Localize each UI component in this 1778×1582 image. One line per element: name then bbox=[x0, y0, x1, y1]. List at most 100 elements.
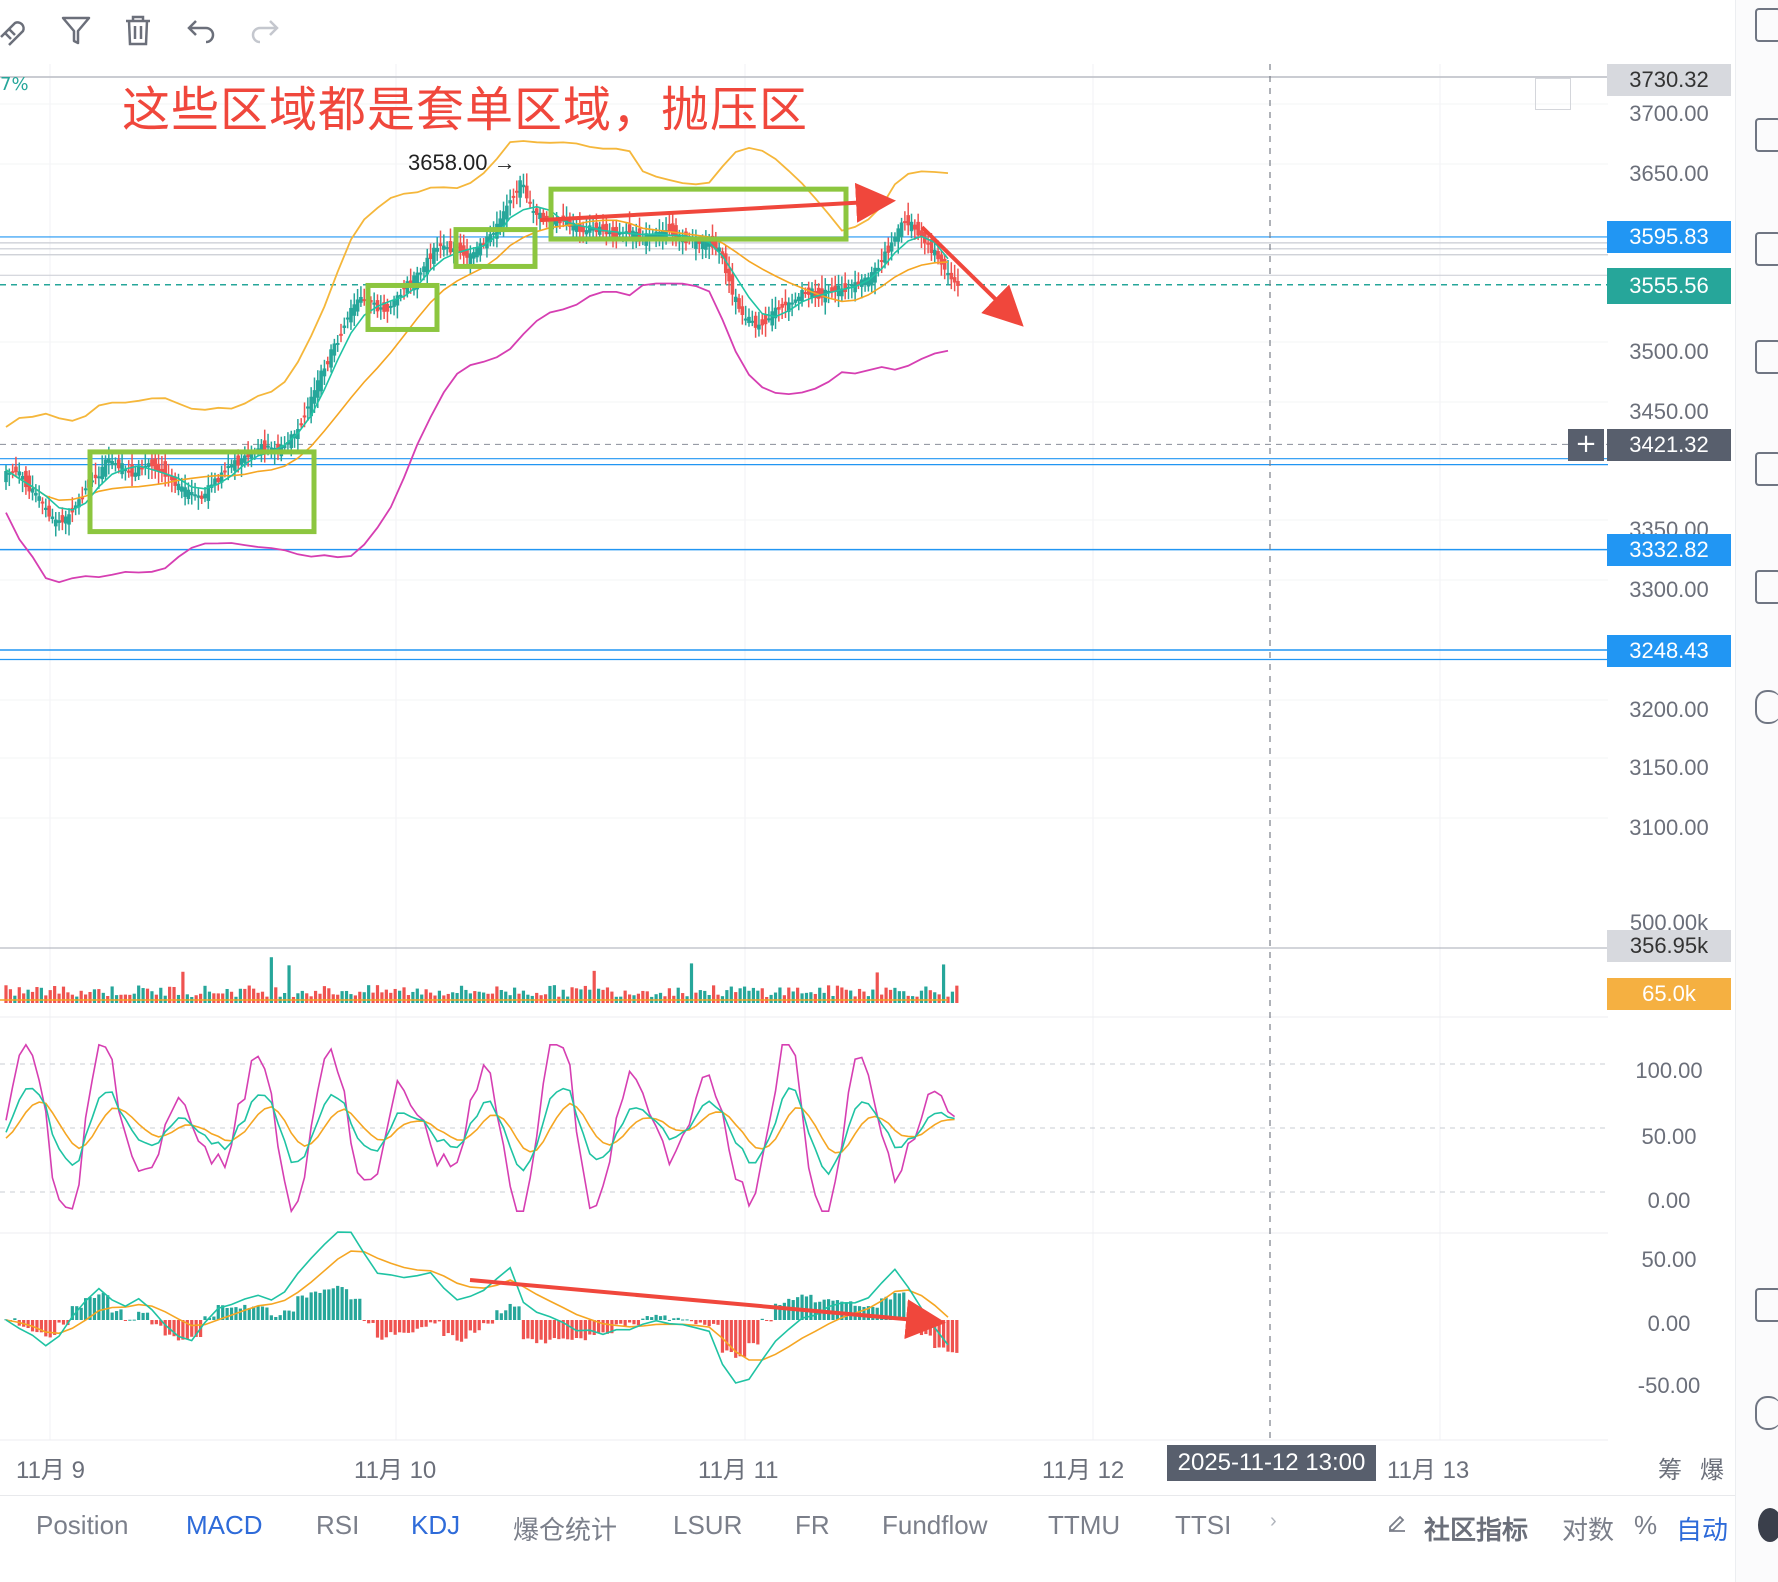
volume-bar bbox=[79, 990, 83, 1003]
candle-body bbox=[418, 272, 423, 275]
undo-icon[interactable] bbox=[181, 10, 221, 50]
chart-stage[interactable]: 7% 这些区域都是套单区域，抛压区 3658.00 → 3700.00 3650… bbox=[0, 0, 1778, 1582]
candle-body bbox=[176, 483, 181, 491]
candle-body bbox=[24, 470, 28, 488]
volume-bar bbox=[698, 990, 702, 1003]
candle-body bbox=[156, 463, 161, 472]
candle-body bbox=[737, 298, 741, 309]
tab-lsur[interactable]: LSUR bbox=[673, 1510, 742, 1541]
volume-bar bbox=[760, 988, 764, 1003]
candle-body bbox=[50, 516, 55, 520]
volume-bar bbox=[703, 990, 707, 1003]
volume-bar bbox=[88, 991, 92, 1003]
macd-histogram-bar bbox=[252, 1306, 256, 1320]
auto-scale-toggle[interactable]: 自动 bbox=[1676, 1510, 1728, 1547]
candle-body bbox=[392, 300, 396, 307]
candle-body bbox=[883, 251, 887, 263]
candle-body bbox=[150, 459, 154, 467]
candle-body bbox=[266, 445, 270, 448]
price-tick: 3500.00 bbox=[1629, 339, 1709, 364]
bollinger-upper bbox=[5, 140, 949, 428]
macd-histogram-bar bbox=[327, 1289, 331, 1320]
candle-body bbox=[932, 249, 937, 256]
volume-bar bbox=[800, 993, 804, 1003]
macd-histogram-bar bbox=[765, 1320, 769, 1321]
candle-body bbox=[767, 318, 771, 321]
volume-bar bbox=[340, 991, 344, 1003]
macd-histogram-bar bbox=[260, 1306, 265, 1320]
candle-body bbox=[956, 281, 960, 286]
percent-scale-toggle[interactable]: % bbox=[1634, 1510, 1657, 1541]
candle-body bbox=[342, 325, 347, 328]
macd-histogram-bar bbox=[508, 1303, 512, 1320]
tab-kdj[interactable]: KDJ bbox=[411, 1510, 460, 1541]
tab-rsi[interactable]: RSI bbox=[316, 1510, 359, 1541]
trash-icon[interactable] bbox=[118, 10, 158, 50]
tab-liquidation-stats[interactable]: 爆仓统计 bbox=[513, 1510, 617, 1547]
macd-histogram-bar bbox=[826, 1299, 831, 1320]
magnet-icon[interactable] bbox=[0, 10, 32, 50]
coin-icon[interactable] bbox=[1755, 690, 1778, 724]
candle-body bbox=[136, 466, 141, 477]
candle-body bbox=[422, 266, 426, 273]
calendar-icon[interactable] bbox=[1755, 1288, 1778, 1322]
camera-icon[interactable] bbox=[1755, 570, 1778, 604]
chip-label[interactable]: 筹 bbox=[1658, 1450, 1682, 1485]
volume-bar bbox=[804, 992, 809, 1003]
volume-bar bbox=[442, 995, 446, 1003]
macd-divergence-arrow bbox=[469, 1278, 946, 1340]
fullscreen-icon[interactable] bbox=[1535, 78, 1571, 110]
macd-histogram-bar bbox=[313, 1291, 318, 1320]
volume-bar bbox=[393, 988, 397, 1003]
monitor-icon[interactable] bbox=[1755, 340, 1778, 374]
volume-bar bbox=[888, 989, 893, 1003]
macd-histogram-bar bbox=[362, 1320, 366, 1321]
macd-histogram-bar bbox=[128, 1319, 132, 1321]
liquidation-label[interactable]: 爆 bbox=[1700, 1450, 1724, 1485]
date-tick: 11月 9 bbox=[16, 1457, 85, 1484]
candle-body bbox=[146, 463, 151, 467]
candle-body bbox=[783, 301, 788, 306]
layout-icon[interactable] bbox=[1755, 8, 1778, 42]
tab-fr[interactable]: FR bbox=[795, 1510, 830, 1541]
volume-bar bbox=[260, 991, 265, 1003]
macd-histogram-bar bbox=[119, 1309, 123, 1320]
log-scale-toggle[interactable]: 对数 bbox=[1562, 1510, 1614, 1547]
tab-ttsi[interactable]: TTSI bbox=[1175, 1510, 1231, 1541]
avatar[interactable] bbox=[1758, 1508, 1778, 1542]
tab-macd[interactable]: MACD bbox=[186, 1510, 263, 1541]
more-tabs-icon[interactable]: › bbox=[1270, 1510, 1277, 1533]
volume-bar bbox=[601, 989, 605, 1003]
date-tick: 11月 11 bbox=[698, 1457, 779, 1484]
screenshot-icon[interactable] bbox=[1755, 118, 1778, 152]
macd-histogram-bar bbox=[756, 1320, 760, 1345]
macd-histogram-bar bbox=[145, 1312, 150, 1320]
trend-icon[interactable] bbox=[1755, 232, 1778, 266]
tab-position[interactable]: Position bbox=[36, 1510, 129, 1541]
etf-icon[interactable] bbox=[1755, 452, 1778, 486]
community-indicators[interactable]: 社区指标 bbox=[1424, 1510, 1528, 1547]
macd-histogram-bar bbox=[446, 1320, 450, 1334]
support-icon[interactable] bbox=[1755, 1396, 1778, 1430]
filter-icon[interactable] bbox=[56, 10, 96, 50]
candlestick-chart[interactable] bbox=[0, 0, 1735, 1582]
volume-bar bbox=[636, 993, 641, 1003]
macd-histogram-bar bbox=[13, 1318, 17, 1320]
tab-fundflow[interactable]: Fundflow bbox=[882, 1510, 988, 1541]
candle-body bbox=[946, 272, 950, 276]
edit-icon[interactable] bbox=[1386, 1512, 1408, 1538]
macd-histogram-bar bbox=[632, 1320, 636, 1325]
volume-bar bbox=[880, 994, 884, 1003]
tab-ttmu[interactable]: TTMU bbox=[1048, 1510, 1120, 1541]
macd-histogram-bar bbox=[296, 1296, 300, 1320]
macd-histogram-bar bbox=[393, 1320, 397, 1335]
candle-body bbox=[186, 489, 191, 499]
volume-bar bbox=[747, 990, 751, 1003]
candle-body bbox=[491, 232, 496, 235]
candle-body bbox=[803, 291, 808, 294]
top-price-label: 3730.32 bbox=[1607, 64, 1731, 96]
candle-body bbox=[243, 455, 247, 463]
macd-histogram-bar bbox=[35, 1320, 39, 1333]
add-level-icon[interactable]: + bbox=[1568, 429, 1604, 461]
candle-body bbox=[733, 296, 738, 303]
